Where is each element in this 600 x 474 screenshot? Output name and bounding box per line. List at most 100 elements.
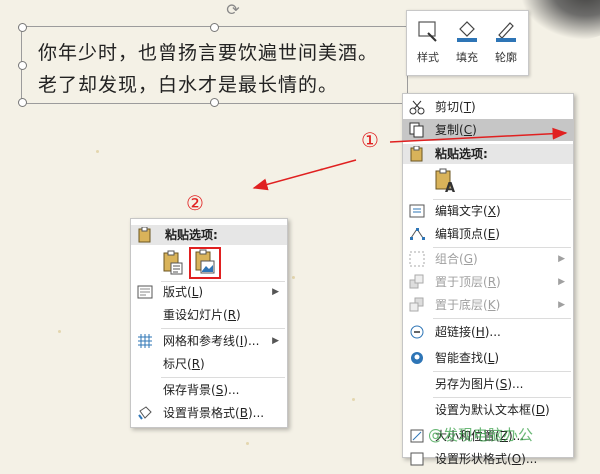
- save-background-label: 保存背景: [163, 383, 212, 397]
- paper-speck: [320, 168, 323, 171]
- submenu-arrow-icon: ▶: [558, 254, 565, 264]
- resize-handle[interactable]: [18, 23, 27, 32]
- menu-item-format-background[interactable]: 设置背景格式(B)...: [131, 402, 287, 424]
- fill-button[interactable]: 填充: [448, 17, 486, 71]
- send-back-accelerator: K: [487, 298, 496, 312]
- menu-item-edit-text[interactable]: 编辑文字(X): [403, 200, 573, 222]
- format-shape-accelerator: O: [511, 452, 522, 466]
- group-icon: [409, 251, 425, 267]
- menu-item-save-as-picture[interactable]: 另存为图片(S)...: [403, 373, 573, 395]
- menu-item-hyperlink[interactable]: 超链接(H)...: [403, 321, 573, 343]
- menu-item-layout[interactable]: 版式(L) ▶: [131, 281, 287, 303]
- save-as-picture-accelerator: S: [499, 377, 508, 391]
- submenu-arrow-icon: ▶: [558, 300, 565, 310]
- format-background-ellipsis: ...: [252, 406, 265, 420]
- resize-handle[interactable]: [18, 61, 27, 70]
- cut-accelerator: T: [463, 100, 472, 114]
- slide-context-menu: 粘贴选项: 版式(L) ▶ 重设幻灯片(R) 网格和参考线(I)... ▶ 标尺…: [130, 218, 288, 428]
- style-label: 样式: [417, 51, 439, 64]
- format-background-accelerator: B: [239, 406, 248, 420]
- bring-to-front-icon: [409, 274, 425, 290]
- send-back-label: 置于底层: [435, 298, 484, 312]
- format-background-icon: [137, 405, 153, 421]
- edit-points-label: 编辑顶点: [435, 227, 484, 241]
- paste-options-label: 粘贴选项:: [435, 147, 488, 161]
- outline-button[interactable]: 轮廓: [487, 17, 525, 71]
- style-button[interactable]: 样式: [409, 17, 447, 71]
- save-as-picture-label: 另存为图片: [435, 377, 496, 391]
- shape-style-icon: [416, 19, 440, 43]
- paste-use-destination-theme-icon[interactable]: [161, 250, 185, 276]
- menu-item-smart-lookup[interactable]: 智能查找(L): [403, 347, 573, 369]
- bring-front-label: 置于顶层: [435, 275, 484, 289]
- selected-text-box[interactable]: ⟳ 你年少时，也曾扬言要饮遍世间美酒。 老了却发现，白水才是最长情的。: [18, 1, 412, 107]
- paste-options-label: 粘贴选项:: [165, 228, 218, 242]
- size-position-icon: [409, 428, 425, 444]
- menu-item-save-background[interactable]: 保存背景(S)...: [131, 379, 287, 401]
- smart-lookup-icon: [409, 350, 425, 366]
- reset-slide-accelerator: R: [227, 308, 237, 322]
- set-default-textbox-accelerator: D: [535, 403, 545, 417]
- menu-item-send-to-back: 置于底层(K) ▶: [403, 294, 573, 316]
- hyperlink-ellipsis: ...: [489, 325, 501, 339]
- resize-handle[interactable]: [210, 23, 219, 32]
- send-to-back-icon: [409, 297, 425, 313]
- paper-speck: [246, 442, 249, 445]
- menu-item-reset-slide[interactable]: 重设幻灯片(R): [131, 304, 287, 326]
- poem-line-1: 你年少时，也曾扬言要饮遍世间美酒。: [38, 42, 379, 64]
- poem-line-2: 老了却发现，白水才是最长情的。: [38, 74, 339, 96]
- set-default-textbox-label: 设置为默认文本框: [435, 403, 532, 417]
- paste-options-header: 粘贴选项:: [131, 225, 287, 245]
- paste-options-header: 粘贴选项:: [403, 144, 573, 164]
- menu-item-group: 组合(G) ▶: [403, 248, 573, 270]
- edit-points-icon: [409, 226, 425, 242]
- submenu-arrow-icon: ▶: [558, 277, 565, 287]
- edit-points-accelerator: E: [487, 227, 496, 241]
- paper-speck: [58, 330, 61, 333]
- smart-lookup-label: 智能查找: [435, 351, 484, 365]
- bring-front-accelerator: R: [487, 275, 497, 289]
- step-marker-1: ①: [361, 128, 379, 152]
- layout-label: 版式: [163, 285, 188, 299]
- poem-text[interactable]: 你年少时，也曾扬言要饮遍世间美酒。 老了却发现，白水才是最长情的。: [38, 37, 378, 101]
- hyperlink-icon: [409, 324, 425, 340]
- ruler-accelerator: R: [191, 357, 201, 371]
- ruler-label: 标尺: [163, 357, 188, 371]
- edit-text-icon: [409, 203, 425, 219]
- clipboard-icon: [137, 226, 153, 249]
- menu-item-set-default-textbox[interactable]: 设置为默认文本框(D): [403, 399, 573, 421]
- paste-as-picture-icon[interactable]: [189, 247, 221, 279]
- paste-keep-text-only-icon[interactable]: A: [433, 168, 457, 196]
- edit-text-accelerator: X: [487, 204, 496, 218]
- hyperlink-accelerator: H: [475, 325, 485, 339]
- menu-item-edit-points[interactable]: 编辑顶点(E): [403, 223, 573, 245]
- menu-item-cut[interactable]: 剪切(T): [403, 96, 573, 118]
- grid-guides-ellipsis: ...: [247, 334, 260, 348]
- outline-label: 轮廓: [495, 51, 517, 64]
- group-label: 组合: [435, 252, 460, 266]
- save-as-picture-ellipsis: ...: [512, 377, 524, 391]
- menu-item-copy[interactable]: 复制(C): [403, 119, 573, 141]
- copy-accelerator: C: [463, 123, 473, 137]
- save-background-ellipsis: ...: [228, 383, 240, 397]
- shape-context-menu: 剪切(T) 复制(C) 粘贴选项: A 编辑文字(X) 编辑顶点(E) 组合(G…: [402, 93, 574, 466]
- menu-item-format-shape[interactable]: 设置形状格式(O)...: [403, 448, 573, 470]
- annotation-arrow-to-slide: [252, 159, 357, 191]
- copy-label: 复制: [435, 123, 460, 137]
- pen-outline-icon: [494, 19, 518, 43]
- cut-label: 剪切: [435, 100, 460, 114]
- watermark: @发现电脑办公: [428, 426, 534, 444]
- menu-item-grid-guides[interactable]: 网格和参考线(I)... ▶: [131, 330, 287, 352]
- grid-guides-accelerator: I: [239, 334, 244, 348]
- paper-speck: [292, 276, 295, 279]
- scissors-icon: [409, 99, 425, 115]
- menu-separator: [433, 371, 571, 372]
- grid-icon: [137, 333, 153, 349]
- resize-handle[interactable]: [18, 98, 27, 107]
- clipboard-icon: [409, 145, 425, 168]
- rotate-handle-icon[interactable]: ⟳: [224, 1, 242, 19]
- menu-separator: [433, 318, 571, 319]
- submenu-arrow-icon: ▶: [272, 287, 279, 297]
- menu-item-ruler[interactable]: 标尺(R): [131, 353, 287, 375]
- menu-item-bring-to-front: 置于顶层(R) ▶: [403, 271, 573, 293]
